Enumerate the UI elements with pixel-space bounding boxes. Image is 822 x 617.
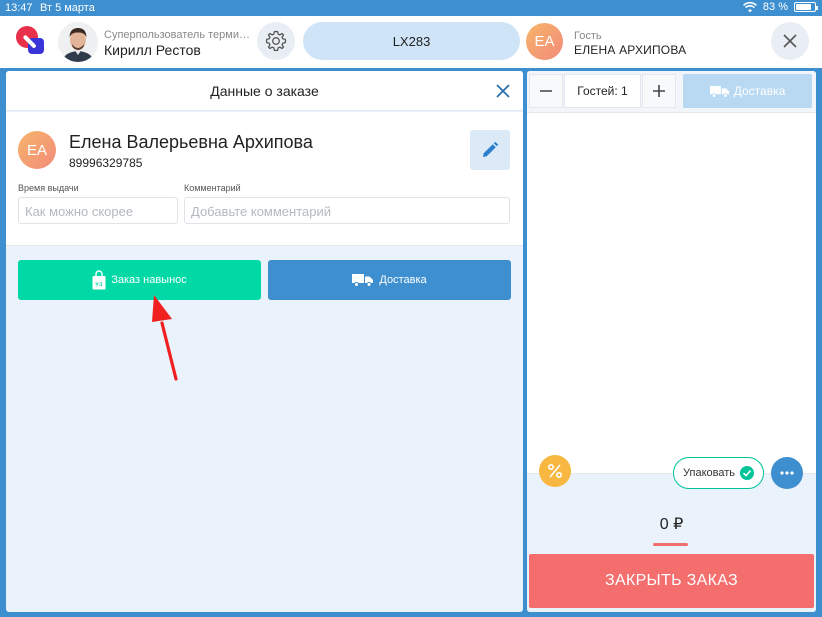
guests-decrease-button[interactable] (529, 74, 563, 108)
guests-increase-button[interactable] (642, 74, 676, 108)
order-details-close-button[interactable] (493, 81, 513, 101)
status-bar: 13:47 Вт 5 марта 83 % (0, 0, 822, 16)
guest-avatar[interactable]: EA (526, 23, 563, 60)
comment-field[interactable]: Добавьте комментарий (184, 197, 510, 224)
order-details-panel: Данные о заказе EA Елена Валерьевна Архи… (6, 71, 523, 612)
close-icon (496, 84, 510, 98)
discount-button[interactable] (539, 455, 571, 487)
close-order-screen-button[interactable] (771, 22, 809, 60)
guest-name[interactable]: ЕЛЕНА АРХИПОВА (574, 43, 686, 57)
pencil-icon (483, 141, 499, 157)
order-total: 0 ₽ (659, 516, 684, 533)
check-circle-icon (740, 466, 754, 480)
status-date: Вт 5 марта (40, 2, 95, 14)
settings-button[interactable] (257, 22, 295, 60)
minus-icon (540, 90, 552, 92)
edit-client-button[interactable] (470, 130, 510, 170)
more-dots-icon (780, 471, 794, 475)
close-order-button[interactable]: ЗАКРЫТЬ ЗАКАЗ (529, 554, 814, 608)
close-icon (783, 34, 797, 48)
cart-delivery-button[interactable]: Доставка (683, 74, 812, 108)
table-number-button[interactable]: LX283 (303, 22, 520, 60)
app-logo-icon[interactable] (16, 26, 48, 58)
pack-label: Упаковать (683, 467, 735, 479)
svg-text:¥4: ¥4 (95, 282, 103, 289)
total-underline (653, 543, 688, 546)
status-time: 13:47 (5, 2, 33, 14)
pack-button[interactable]: Упаковать (673, 457, 764, 489)
status-right: 83 % (742, 1, 818, 13)
client-phone: 89996329785 (69, 156, 143, 170)
comment-label: Комментарий (184, 183, 241, 193)
wifi-icon (742, 1, 757, 12)
client-section: EA Елена Валерьевна Архипова 89996329785… (6, 112, 523, 246)
order-details-title: Данные о заказе (210, 83, 319, 99)
truck-icon (709, 85, 729, 98)
app-header: Суперпользователь терминала Кирилл Ресто… (0, 16, 822, 68)
user-photo-icon (58, 22, 98, 62)
cart-items-list (527, 114, 816, 473)
cart-panel: Гостей: 1 Доставка Упаковать 0 ₽ ЗАКРЫТЬ… (527, 71, 816, 612)
guest-label: Гость (574, 30, 602, 42)
client-name: Елена Валерьевна Архипова (69, 132, 313, 152)
cart-toolbar: Гостей: 1 Доставка (527, 71, 816, 113)
delivery-button[interactable]: Доставка (268, 260, 511, 300)
shopping-bag-icon: ¥4 (92, 270, 106, 290)
client-avatar: EA (18, 131, 56, 169)
takeaway-label: Заказ навынос (111, 274, 187, 286)
cart-delivery-label: Доставка (733, 84, 786, 98)
more-options-button[interactable] (771, 457, 803, 489)
user-avatar[interactable] (58, 22, 98, 62)
takeaway-button[interactable]: ¥4 Заказ навынос (18, 260, 261, 300)
plus-icon (653, 85, 665, 97)
battery-fill (796, 4, 811, 10)
truck-icon (352, 274, 374, 287)
time-label: Время выдачи (18, 183, 79, 193)
delivery-label: Доставка (379, 274, 427, 286)
order-details-header: Данные о заказе (6, 71, 523, 111)
user-name: Кирилл Рестов (104, 42, 201, 58)
user-role: Суперпользователь терминала (104, 29, 254, 41)
gear-icon (265, 30, 287, 52)
guests-count: Гостей: 1 (564, 74, 641, 108)
time-field[interactable]: Как можно скорее (18, 197, 178, 224)
battery-percent: 83 % (762, 1, 788, 13)
battery-icon (794, 2, 818, 12)
annotation-arrow-icon (152, 295, 178, 381)
percent-icon (547, 463, 563, 479)
